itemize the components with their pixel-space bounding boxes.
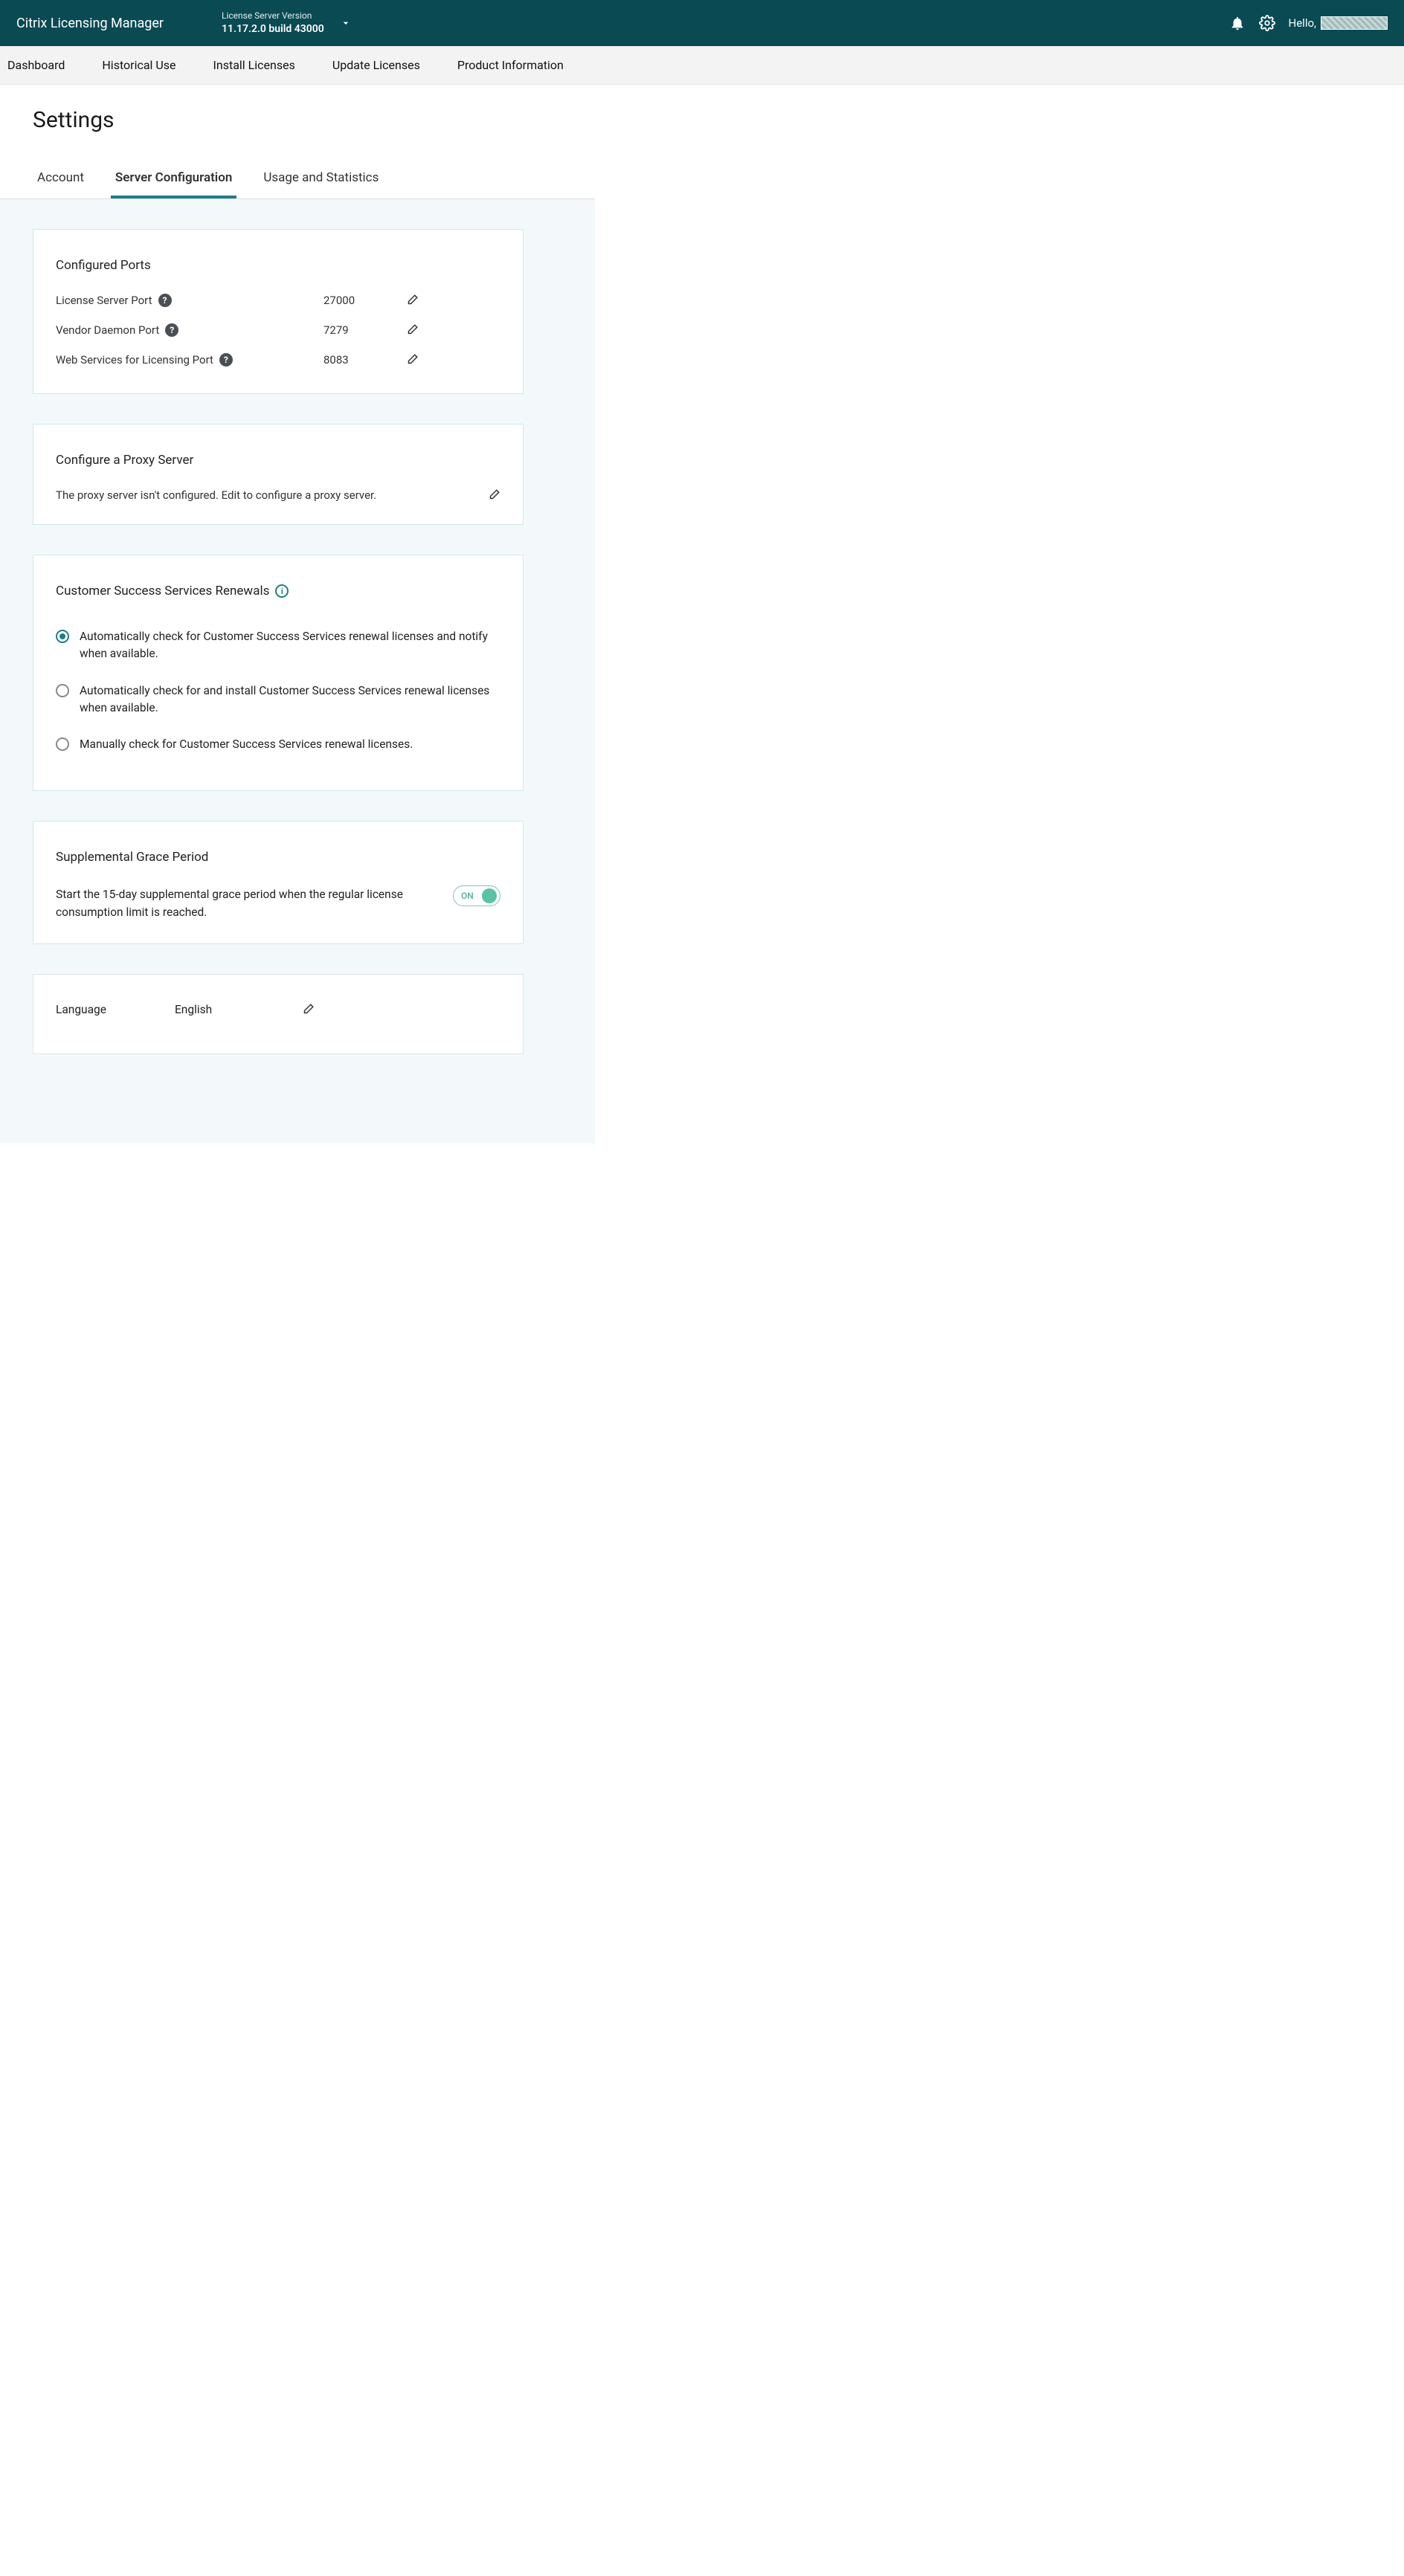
radio-icon[interactable]: [56, 737, 69, 751]
help-icon[interactable]: ?: [165, 323, 178, 337]
css-option-notify[interactable]: Automatically check for Customer Success…: [56, 628, 500, 663]
info-icon[interactable]: i: [275, 584, 289, 598]
tab-server-configuration[interactable]: Server Configuration: [111, 163, 236, 198]
hello-prefix: Hello,: [1289, 16, 1316, 30]
card-css-renewals: Customer Success Services Renewals i Aut…: [33, 555, 524, 791]
port-label: Web Services for Licensing Port: [56, 353, 213, 367]
port-value: 27000: [323, 294, 405, 307]
edit-icon[interactable]: [405, 323, 419, 337]
settings-tabs: Account Server Configuration Usage and S…: [33, 163, 562, 198]
port-row-web-services: Web Services for Licensing Port ? 8083: [56, 353, 500, 367]
card-proxy: Configure a Proxy Server The proxy serve…: [33, 424, 524, 525]
nav-update-licenses[interactable]: Update Licenses: [332, 58, 420, 72]
language-value: English: [175, 1003, 301, 1016]
edit-icon[interactable]: [405, 353, 419, 367]
proxy-text: The proxy server isn't configured. Edit …: [56, 488, 472, 502]
port-label: License Server Port: [56, 294, 152, 307]
app-title: Citrix Licensing Manager: [16, 16, 164, 31]
version-dropdown[interactable]: [338, 15, 354, 31]
page-title: Settings: [33, 107, 562, 133]
version-label: License Server Version: [222, 10, 324, 22]
css-opt1-label: Automatically check for Customer Success…: [80, 628, 500, 663]
card-configured-ports: Configured Ports License Server Port ? 2…: [33, 229, 524, 394]
proxy-heading: Configure a Proxy Server: [56, 453, 500, 468]
port-value: 8083: [323, 353, 405, 367]
help-icon[interactable]: ?: [158, 294, 172, 307]
toggle-label: ON: [461, 891, 474, 901]
grace-toggle[interactable]: ON: [453, 885, 500, 906]
hello-block: Hello,: [1289, 16, 1388, 30]
grace-text: Start the 15-day supplemental grace peri…: [56, 885, 435, 921]
version-value: 11.17.2.0 build 43000: [222, 22, 324, 37]
card-grace-period: Supplemental Grace Period Start the 15-d…: [33, 821, 524, 944]
radio-icon[interactable]: [56, 684, 69, 697]
help-icon[interactable]: ?: [219, 353, 233, 367]
css-option-manual[interactable]: Manually check for Customer Success Serv…: [56, 736, 500, 753]
edit-icon[interactable]: [487, 488, 500, 502]
tab-account[interactable]: Account: [33, 163, 88, 198]
port-label: Vendor Daemon Port: [56, 323, 159, 337]
css-opt3-label: Manually check for Customer Success Serv…: [80, 736, 413, 753]
edit-icon[interactable]: [301, 1003, 315, 1016]
css-opt2-label: Automatically check for and install Cust…: [80, 682, 500, 717]
radio-icon[interactable]: [56, 630, 69, 643]
gear-icon[interactable]: [1259, 15, 1275, 31]
toggle-knob: [482, 888, 497, 903]
nav-install-licenses[interactable]: Install Licenses: [213, 58, 295, 72]
language-label: Language: [56, 1003, 175, 1016]
nav-dashboard[interactable]: Dashboard: [7, 58, 65, 72]
grace-heading: Supplemental Grace Period: [56, 850, 500, 865]
version-block: License Server Version 11.17.2.0 build 4…: [222, 10, 324, 36]
top-bar: Citrix Licensing Manager License Server …: [0, 0, 1404, 46]
main-nav: Dashboard Historical Use Install License…: [0, 46, 1404, 85]
nav-product-info[interactable]: Product Information: [457, 58, 564, 72]
port-value: 7279: [323, 323, 405, 337]
edit-icon[interactable]: [405, 294, 419, 307]
port-row-vendor-daemon: Vendor Daemon Port ? 7279: [56, 323, 500, 337]
bell-icon[interactable]: [1229, 15, 1246, 31]
ports-heading: Configured Ports: [56, 258, 500, 273]
nav-historical-use[interactable]: Historical Use: [102, 58, 176, 72]
tab-usage-statistics[interactable]: Usage and Statistics: [259, 163, 383, 198]
css-heading: Customer Success Services Renewals: [56, 584, 269, 598]
card-language: Language English: [33, 974, 524, 1054]
css-option-install[interactable]: Automatically check for and install Cust…: [56, 682, 500, 717]
port-row-license-server: License Server Port ? 27000: [56, 294, 500, 307]
hello-username-redacted: [1321, 16, 1388, 30]
